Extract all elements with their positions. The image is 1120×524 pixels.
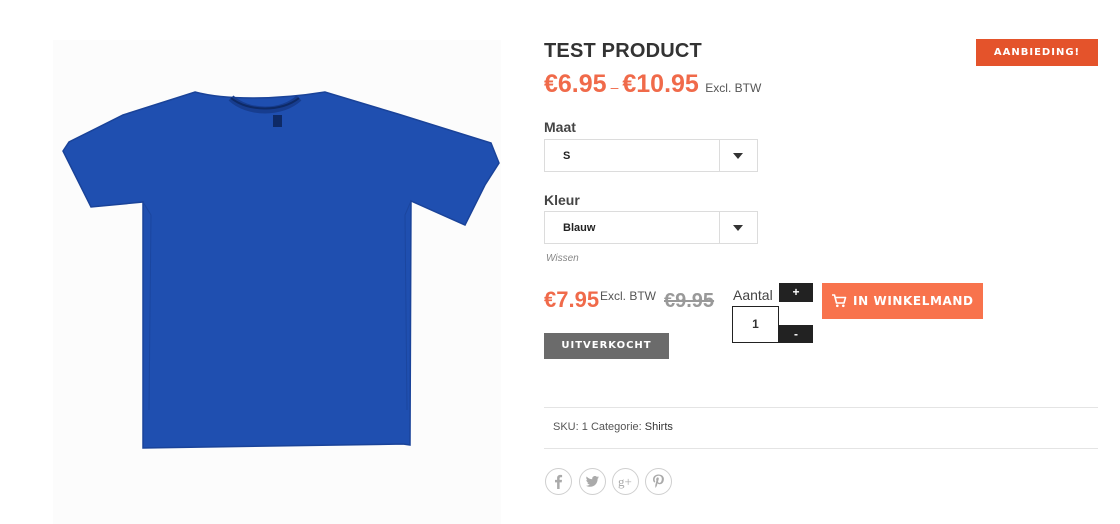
cart-icon bbox=[832, 294, 847, 308]
size-select[interactable]: S bbox=[544, 139, 758, 172]
google-plus-icon: g+ bbox=[618, 474, 632, 489]
add-to-cart-button[interactable]: IN WINKELMAND bbox=[822, 283, 983, 319]
reset-variations-link[interactable]: Wissen bbox=[546, 253, 579, 264]
price-separator: – bbox=[610, 79, 619, 95]
price-max: €10.95 bbox=[622, 70, 699, 98]
pinterest-icon bbox=[653, 474, 664, 488]
add-to-cart-label: IN WINKELMAND bbox=[853, 294, 974, 308]
category-link[interactable]: Shirts bbox=[645, 421, 673, 433]
share-facebook-button[interactable] bbox=[545, 468, 572, 495]
quantity-label: Aantal bbox=[733, 287, 773, 303]
size-select-toggle[interactable] bbox=[719, 140, 757, 171]
color-select-value: Blauw bbox=[563, 222, 596, 234]
product-meta: SKU: 1 Categorie: Shirts bbox=[553, 421, 673, 433]
product-title: TEST PRODUCT bbox=[544, 40, 702, 62]
quantity-plus-button[interactable]: + bbox=[779, 283, 813, 302]
quantity-minus-button[interactable]: - bbox=[779, 325, 813, 343]
sku-value: 1 bbox=[581, 421, 588, 433]
category-label: Categorie: bbox=[590, 421, 642, 433]
stock-status: UITVERKOCHT bbox=[544, 333, 669, 359]
quantity-input[interactable]: 1 bbox=[732, 306, 779, 343]
divider bbox=[544, 448, 1098, 449]
svg-text:g+: g+ bbox=[618, 474, 632, 489]
price-suffix: Excl. BTW bbox=[705, 81, 762, 95]
size-select-value: S bbox=[563, 150, 571, 162]
share-google-plus-button[interactable]: g+ bbox=[612, 468, 639, 495]
color-label: Kleur bbox=[544, 192, 580, 208]
share-twitter-button[interactable] bbox=[579, 468, 606, 495]
chevron-down-icon bbox=[733, 225, 743, 231]
price-min: €6.95 bbox=[544, 70, 607, 98]
product-image[interactable] bbox=[53, 40, 501, 524]
price-range: €6.95– €10.95 Excl. BTW bbox=[544, 70, 761, 99]
chevron-down-icon bbox=[733, 153, 743, 159]
color-select-toggle[interactable] bbox=[719, 212, 757, 243]
sku-label: SKU: bbox=[553, 421, 579, 433]
size-label: Maat bbox=[544, 119, 576, 135]
divider bbox=[544, 407, 1098, 408]
tshirt-image bbox=[62, 91, 500, 449]
variation-price-suffix: Excl. BTW bbox=[600, 289, 656, 303]
facebook-icon bbox=[555, 474, 563, 489]
share-pinterest-button[interactable] bbox=[645, 468, 672, 495]
variation-price: €7.95 bbox=[544, 287, 600, 312]
variation-old-price: €9.95 bbox=[664, 290, 715, 312]
twitter-icon bbox=[585, 476, 599, 487]
color-select[interactable]: Blauw bbox=[544, 211, 758, 244]
sale-badge: AANBIEDING! bbox=[976, 39, 1098, 66]
